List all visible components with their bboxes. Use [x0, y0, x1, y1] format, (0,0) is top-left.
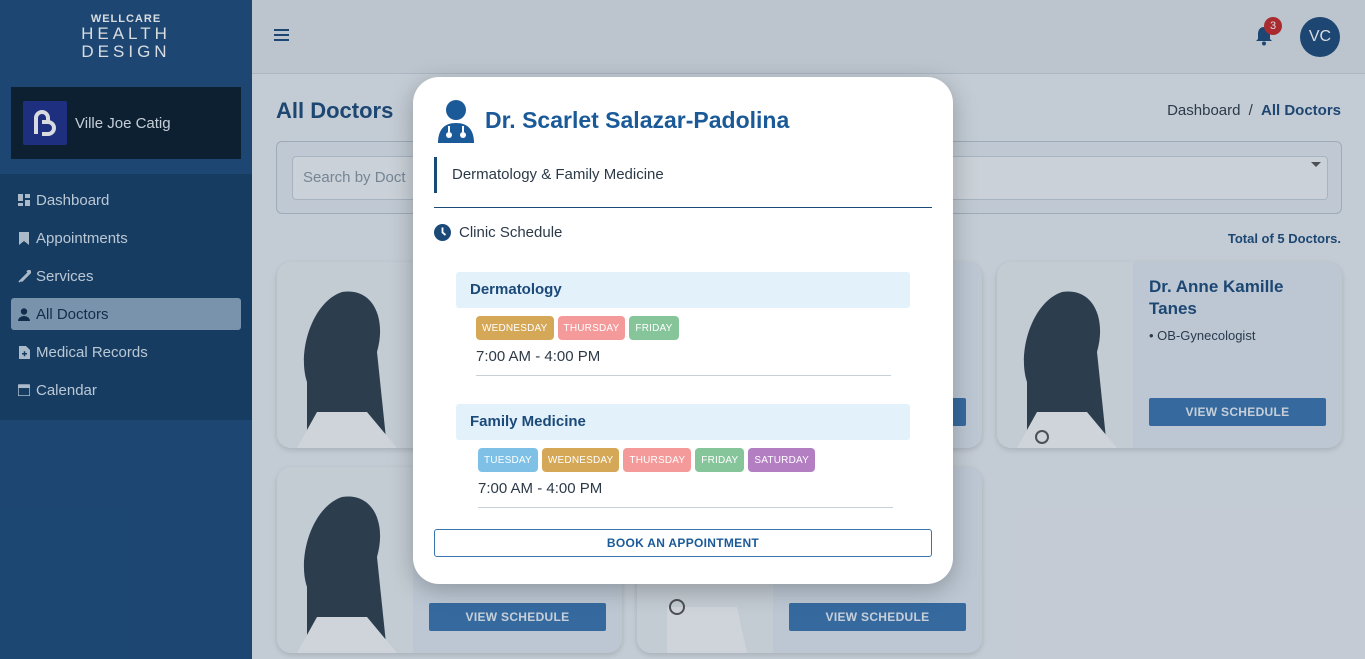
modal-doctor-specialty: Dermatology & Family Medicine [434, 157, 664, 193]
doctor-icon [435, 99, 477, 143]
day-chip-list: TUESDAY WEDNESDAY THURSDAY FRIDAY SATURDAY [456, 448, 911, 472]
clinic-schedule-label: Clinic Schedule [459, 224, 563, 241]
schedule-time: 7:00 AM - 4:00 PM [478, 480, 893, 508]
clock-icon [434, 224, 451, 241]
day-chip-list: WEDNESDAY THURSDAY FRIDAY [456, 316, 911, 340]
day-chip: SATURDAY [748, 448, 815, 472]
day-chip: THURSDAY [557, 316, 626, 340]
schedule-block: Dermatology WEDNESDAY THURSDAY FRIDAY 7:00… [456, 272, 911, 376]
doctor-schedule-modal: Dr. Scarlet Salazar-Padolina Dermatology… [413, 77, 953, 584]
day-chip: TUESDAY [478, 448, 538, 472]
schedule-block: Family Medicine TUESDAY WEDNESDAY THURSDAY… [456, 404, 911, 508]
modal-doctor-name: Dr. Scarlet Salazar-Padolina [485, 107, 790, 133]
schedule-time: 7:00 AM - 4:00 PM [476, 348, 891, 376]
day-chip: WEDNESDAY [476, 316, 554, 340]
day-chip: WEDNESDAY [541, 448, 620, 472]
day-chip: FRIDAY [629, 316, 679, 340]
schedule-list[interactable]: Dermatology WEDNESDAY THURSDAY FRIDAY 7:00… [456, 272, 911, 510]
schedule-title: Dermatology [456, 272, 910, 308]
day-chip: FRIDAY [695, 448, 745, 472]
day-chip: THURSDAY [623, 448, 692, 472]
book-appointment-button[interactable]: BOOK AN APPOINTMENT [434, 529, 932, 557]
schedule-title: Family Medicine [456, 404, 910, 440]
modal-divider [434, 207, 932, 208]
